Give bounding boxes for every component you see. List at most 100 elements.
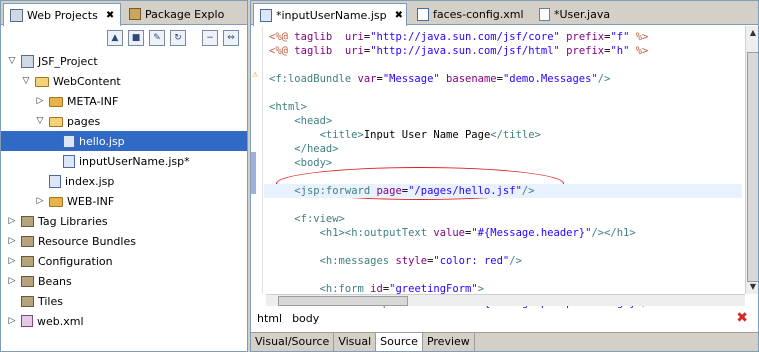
tab-label: Web Projects <box>27 8 98 22</box>
scroll-thumb[interactable] <box>278 296 408 306</box>
code-line[interactable]: <h:messages style="color: red"/> <box>269 254 522 268</box>
code-token: <body> <box>294 157 333 169</box>
expanded-icon[interactable]: ▽ <box>7 56 17 66</box>
tree-item[interactable]: Tiles <box>1 291 247 311</box>
tree-item[interactable]: ▷ META-INF <box>1 91 247 111</box>
code-token: var <box>357 73 377 85</box>
java-file-icon <box>539 7 550 21</box>
tree-item[interactable]: ▽ pages <box>1 111 247 131</box>
collapsed-icon[interactable]: ▷ <box>7 276 17 286</box>
code-token: "color: red" <box>433 255 510 267</box>
vertical-scrollbar[interactable]: ▲ ▼ <box>745 26 758 294</box>
new-page-icon[interactable]: ▲ <box>107 30 123 46</box>
source-editor[interactable]: ⚠ <%@ taglib uri="http://java.sun.com/js… <box>251 26 745 309</box>
tree-item[interactable]: ▷ Resource Bundles <box>1 231 247 251</box>
tab-visual[interactable]: Visual <box>334 333 377 351</box>
tree-item[interactable]: ▷ WEB-INF <box>1 191 247 211</box>
error-icon[interactable]: ✖ <box>736 311 748 325</box>
close-icon[interactable]: ✖ <box>395 10 403 21</box>
web-projects-view: Web Projects ✖ Package Explo ▲ ■ ✎ ↻ − ⇔… <box>0 0 248 352</box>
collapsed-icon[interactable]: ▷ <box>7 236 17 246</box>
tree-item-label: pages <box>67 114 101 128</box>
tab-user-java[interactable]: *User.java <box>533 3 625 25</box>
refresh-icon[interactable]: ↻ <box>170 30 186 46</box>
breadcrumb-html[interactable]: html <box>257 312 282 325</box>
link-icon[interactable]: ⇔ <box>223 30 239 46</box>
scroll-up-icon[interactable]: ▲ <box>747 27 758 39</box>
code-line[interactable]: <html> <box>269 100 307 114</box>
tab-preview[interactable]: Preview <box>423 333 475 351</box>
code-token: </h1> <box>604 227 636 239</box>
project-tree: ▽ JSF_Project ▽ WebContent ▷ META-INF ▽ pages he… <box>1 51 247 331</box>
breadcrumb-body[interactable]: body <box>292 312 319 325</box>
tree-item[interactable]: ▽ WebContent <box>1 71 247 91</box>
xml-file-icon <box>21 315 33 327</box>
tree-item[interactable]: ▷ Beans <box>1 271 247 291</box>
tree-item[interactable]: hello.jsp <box>1 131 247 151</box>
tab-visual-source[interactable]: Visual/Source <box>251 333 335 351</box>
close-icon[interactable]: ✖ <box>106 10 114 21</box>
tab-source[interactable]: Source <box>376 333 423 351</box>
tree-item-label: web.xml <box>37 314 84 328</box>
change-marker <box>251 180 256 194</box>
collapsed-icon[interactable]: ▷ <box>7 316 17 326</box>
code-token: "f" <box>610 31 630 43</box>
left-tab-bar: Web Projects ✖ Package Explo <box>1 1 247 26</box>
code-line[interactable]: <%@ taglib uri="http://java.sun.com/jsf/… <box>269 30 648 44</box>
library-icon <box>21 236 34 247</box>
project-icon <box>21 54 34 68</box>
library-icon <box>21 256 34 267</box>
code-token: uri <box>344 31 364 43</box>
expanded-icon[interactable]: ▽ <box>21 76 31 86</box>
code-token: <f:loadBundle <box>269 73 352 85</box>
code-line[interactable]: <f:loadBundle var="Message" basename="de… <box>269 72 610 86</box>
code-line[interactable]: <%@ taglib uri="http://java.sun.com/jsf/… <box>269 44 648 58</box>
collapsed-icon[interactable]: ▷ <box>35 96 45 106</box>
tree-item-label: WEB-INF <box>67 194 115 208</box>
code-line[interactable]: <title>Input User Name Page</title> <box>269 128 541 142</box>
tree-item[interactable]: index.jsp <box>1 171 247 191</box>
code-line[interactable]: </head> <box>269 142 338 156</box>
horizontal-scrollbar[interactable] <box>266 294 745 306</box>
tree-item[interactable]: ▷ Tag Libraries <box>1 211 247 231</box>
tree-item-label: WebContent <box>53 74 121 88</box>
library-icon <box>21 296 34 307</box>
tab-label: faces-config.xml <box>433 7 524 21</box>
collapsed-icon[interactable]: ▷ <box>7 216 17 226</box>
code-line[interactable]: <body> <box>269 156 332 170</box>
code-line[interactable]: <head> <box>269 114 332 128</box>
scroll-down-icon[interactable]: ▼ <box>747 281 758 293</box>
code-token: %> <box>635 45 649 57</box>
code-token: value <box>433 227 465 239</box>
tree-item-label: index.jsp <box>65 174 115 188</box>
collapsed-icon[interactable]: ▷ <box>7 256 17 266</box>
tab-inputusername-jsp[interactable]: *inputUserName.jsp ✖ <box>253 3 407 26</box>
tree-item[interactable]: ▽ JSF_Project <box>1 51 247 71</box>
tree-item[interactable]: ▷ web.xml <box>1 311 247 331</box>
tab-package-explorer[interactable]: Package Explo <box>123 3 247 25</box>
new-form-icon[interactable]: ■ <box>128 30 144 46</box>
code-token: taglib <box>294 45 333 57</box>
tree-item[interactable]: ▷ Configuration <box>1 251 247 271</box>
collapsed-icon[interactable]: ▷ <box>35 196 45 206</box>
tree-item[interactable]: inputUserName.jsp* <box>1 151 247 171</box>
code-token: /> <box>591 227 605 239</box>
code-line[interactable]: <jsp:forward page="/pages/hello.jsf"/> <box>264 184 742 198</box>
code-token: "demo.Messages" <box>502 73 598 85</box>
new-tag-icon[interactable]: ✎ <box>149 30 165 46</box>
code-token: <f:view> <box>294 213 345 225</box>
code-token: <title> <box>319 129 364 141</box>
code-line[interactable]: <h1><h:outputText value="#{Message.heade… <box>269 226 636 240</box>
code-line[interactable]: <f:view> <box>269 212 345 226</box>
tab-faces-config[interactable]: faces-config.xml <box>411 3 531 25</box>
code-token: <head> <box>294 115 333 127</box>
expanded-icon[interactable]: ▽ <box>35 116 45 126</box>
collapse-icon[interactable]: − <box>202 30 218 46</box>
scroll-thumb[interactable] <box>747 52 758 282</box>
code-token: <%@ <box>269 31 295 43</box>
code-token: "#{Message.header}" <box>471 227 592 239</box>
code-token: </title> <box>490 129 541 141</box>
tab-web-projects[interactable]: Web Projects ✖ <box>3 3 121 26</box>
